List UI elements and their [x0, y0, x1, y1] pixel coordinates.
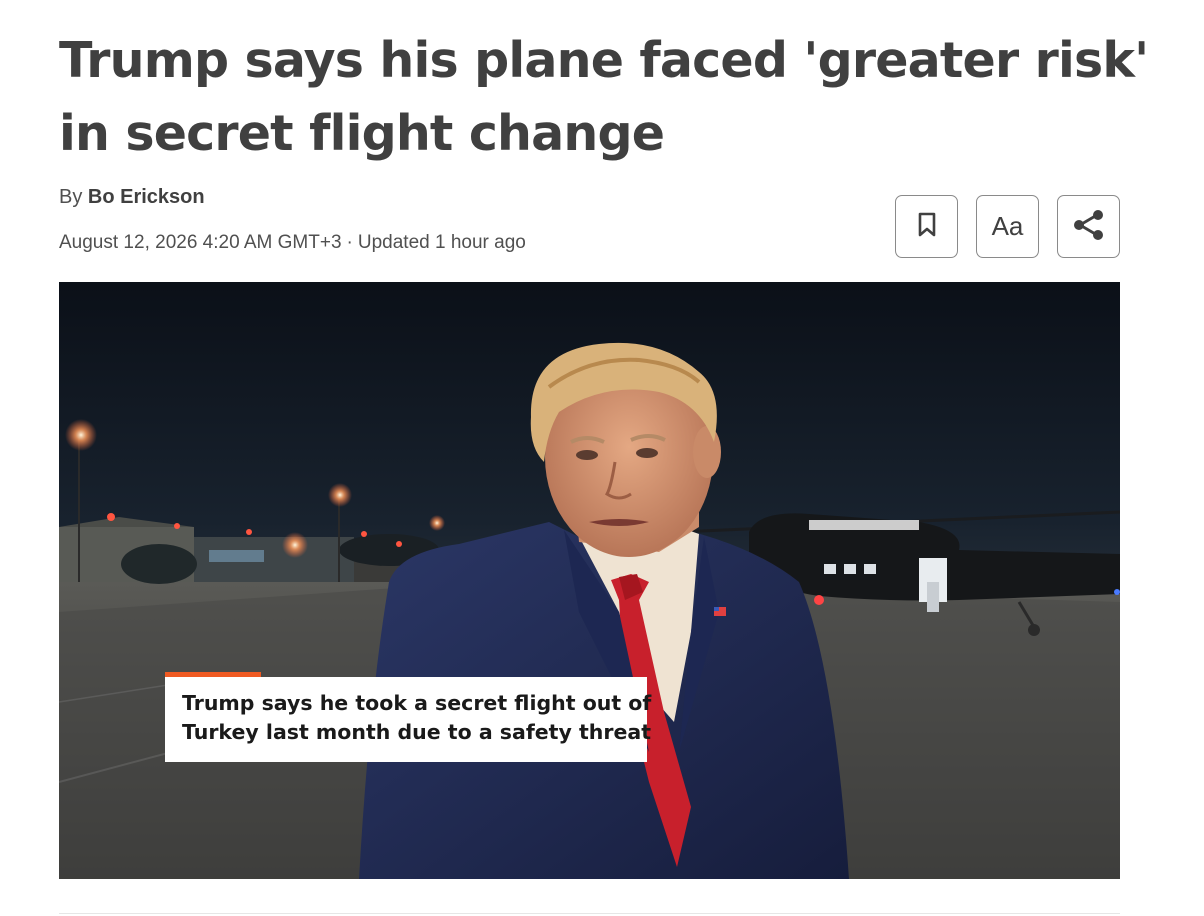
byline-prefix: By [59, 186, 83, 208]
video-player[interactable]: Trump says he took a secret flight out o… [59, 282, 1120, 879]
caption-text: Trump says he took a secret flight out o… [182, 689, 651, 747]
bookmark-icon [917, 212, 937, 242]
text-size-label: Aa [991, 211, 1024, 241]
headline-line-2: in secret flight change [59, 105, 665, 162]
published-date: August 12, 2026 4:20 AM GMT+3 [59, 232, 342, 253]
author-link[interactable]: Bo Erickson [88, 186, 205, 208]
updated-time: Updated 1 hour ago [357, 232, 526, 253]
video-frame [59, 282, 1120, 879]
byline: By Bo Erickson [59, 186, 205, 209]
headline-line-1: Trump says his plane faced 'greater risk… [59, 32, 1149, 89]
section-divider [59, 913, 1120, 914]
caption-line-2: Turkey last month due to a safety threat [182, 720, 651, 744]
share-button[interactable] [1057, 195, 1120, 258]
text-size-button[interactable]: Aa [976, 195, 1039, 258]
share-icon [1072, 209, 1106, 245]
bookmark-button[interactable] [895, 195, 958, 258]
article-toolbar: Aa [895, 195, 1120, 258]
caption-accent-bar [165, 672, 261, 677]
date-separator: · [346, 232, 353, 253]
video-caption: Trump says he took a secret flight out o… [165, 672, 651, 762]
article-headline: Trump says his plane faced 'greater risk… [59, 24, 1149, 170]
caption-line-1: Trump says he took a secret flight out o… [182, 691, 652, 715]
dateline: August 12, 2026 4:20 AM GMT+3 · Updated 1 … [59, 232, 526, 254]
